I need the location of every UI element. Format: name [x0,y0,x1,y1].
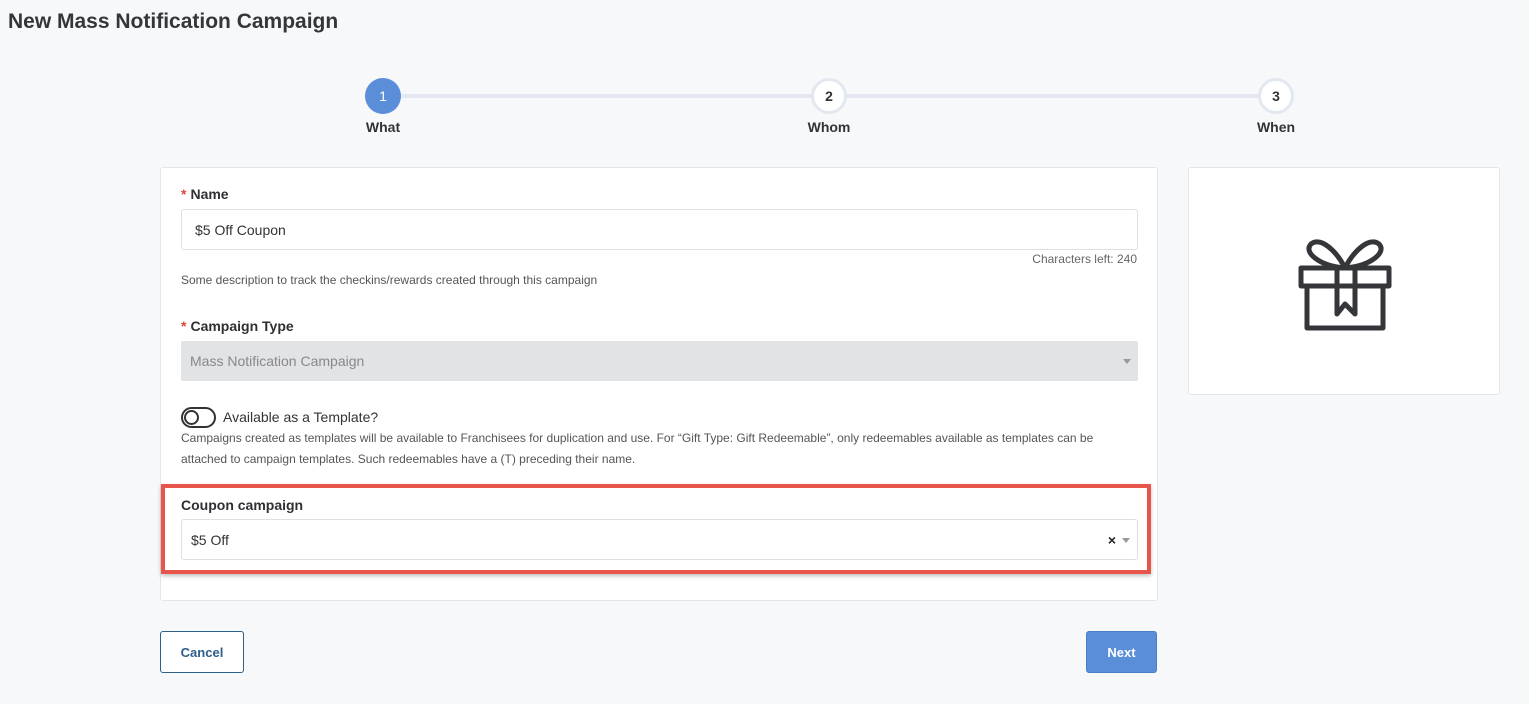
next-button[interactable]: Next [1086,631,1157,673]
template-toggle[interactable] [181,407,216,428]
coupon-campaign-value: $5 Off [191,531,229,548]
chevron-down-icon[interactable] [1122,537,1130,543]
cancel-button[interactable]: Cancel [160,631,244,673]
campaign-type-value: Mass Notification Campaign [190,353,365,369]
required-marker: * [181,318,187,334]
name-label: * Name [181,186,229,202]
campaign-type-label: * Campaign Type [181,318,294,334]
step-3-circle[interactable]: 3 [1258,78,1294,114]
template-help-text: Campaigns created as templates will be a… [181,428,1093,470]
step-3-number: 3 [1272,88,1280,104]
step-1-label: What [365,119,401,135]
name-input[interactable]: $5 Off Coupon [181,209,1138,250]
step-1-circle[interactable]: 1 [365,78,401,114]
characters-left: Characters left: 240 [1032,252,1137,266]
step-1-number: 1 [379,88,387,104]
template-toggle-label: Available as a Template? [223,409,379,425]
chevron-down-icon [1123,359,1131,364]
name-help-text: Some description to track the checkins/r… [181,273,598,287]
campaign-type-select: Mass Notification Campaign [181,341,1138,381]
gift-icon [1298,239,1392,331]
template-help-line-2: attached to campaign templates. Such red… [181,452,636,466]
clear-icon[interactable]: × [1108,532,1116,548]
preview-card [1188,167,1500,395]
campaign-type-label-text: Campaign Type [190,318,294,334]
step-connector [846,94,1260,98]
step-connector [400,94,814,98]
name-label-text: Name [190,186,229,202]
coupon-campaign-label: Coupon campaign [181,497,304,513]
toggle-knob [184,410,199,425]
required-marker: * [181,186,187,202]
name-input-value: $5 Off Coupon [195,221,286,238]
step-2-number: 2 [825,88,833,104]
step-2-label: Whom [807,119,851,135]
progress-stepper: 1 What 2 Whom 3 When [0,0,1529,150]
coupon-campaign-select[interactable]: $5 Off × [181,519,1138,560]
campaign-form-card: * Name $5 Off Coupon Characters left: 240… [160,167,1158,601]
template-help-line-1: Campaigns created as templates will be a… [181,431,1094,445]
step-3-label: When [1256,119,1296,135]
step-2-circle[interactable]: 2 [811,78,847,114]
